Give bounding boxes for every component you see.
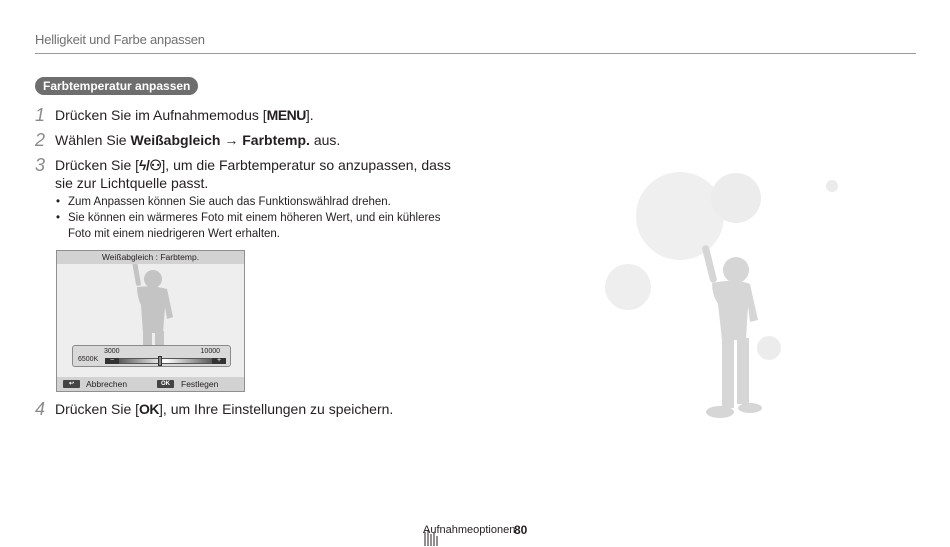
color-temperature-slider: 3000 10000 6500K − + [72,345,231,367]
note-item: Sie können ein wärmeres Foto mit einem h… [55,210,450,242]
step-text: Drücken Sie [OK], um Ihre Einstellungen … [55,400,455,418]
footer-section-label: Aufnahmeoptionen [423,524,516,536]
flash-timer-key-icon: ϟ/⚇ [139,157,162,173]
camera-screen-title: Weißabgleich : Farbtemp. [57,251,244,264]
menu-option: Weißabgleich [130,132,221,148]
slider-mid-label: 3000 [104,348,120,355]
slider-max-label: 10000 [200,348,220,355]
bubble-icon [711,173,761,223]
step-text-pre: Drücken Sie [ [55,157,140,173]
back-icon: ↩ [63,380,80,388]
slider-track: − + [105,356,226,366]
plus-icon: + [212,357,226,364]
slider-current-value: 6500K [78,356,99,363]
step-number: 1 [35,105,46,125]
confirm-label: Festlegen [181,379,219,389]
section-title-badge: Farbtemperatur anpassen [35,77,199,95]
step-number: 2 [35,130,46,150]
page-header: Helligkeit und Farbe anpassen [35,32,916,54]
person-with-bubbles-illustration [605,172,838,418]
header-title: Helligkeit und Farbe anpassen [35,32,205,47]
step-text-post: ]. [305,107,314,123]
camera-screen-preview: Weißabgleich : Farbtemp. 3000 10000 6500… [56,250,245,392]
step-text-pre: Drücken Sie [ [55,401,140,417]
step-text: Wählen Sie Weißabgleich → Farbtemp. aus. [55,131,455,149]
page-number: 80 [514,523,528,537]
step-text: Drücken Sie im Aufnahmemodus [MENU]. [55,106,455,124]
bubble-icon [757,336,781,360]
ok-key-icon: OK [157,380,174,388]
step-text-pre: Wählen Sie [55,132,131,148]
page-footer: Aufnahmeoptionen 80 [0,522,950,547]
step-number: 3 [35,155,46,175]
step-text-pre: Drücken Sie im Aufnahmemodus [ [55,107,267,123]
step-text: Drücken Sie [ϟ/⚇], um die Farbtemperatur… [55,156,455,192]
cancel-label: Abbrechen [86,379,128,389]
step-3-notes: Zum Anpassen können Sie auch das Funktio… [55,194,450,242]
bubble-icon [636,172,724,260]
menu-option: Farbtemp. [242,132,310,148]
step-text-post: aus. [309,132,341,148]
step-text-post: ], um Ihre Einstellungen zu speichern. [159,401,394,417]
note-item: Zum Anpassen können Sie auch das Funktio… [55,194,450,210]
person-silhouette-icon [702,245,762,418]
bubble-icon [826,180,838,192]
step-number: 4 [35,399,46,419]
minus-icon: − [105,357,119,364]
bubble-icon [605,264,651,310]
menu-key-icon: MENU [266,107,307,123]
arrow-icon: → [220,132,243,148]
slider-thumb [157,356,162,366]
camera-screen-footer: ↩ Abbrechen OK Festlegen [57,377,244,391]
ok-key-icon: OK [139,401,160,417]
